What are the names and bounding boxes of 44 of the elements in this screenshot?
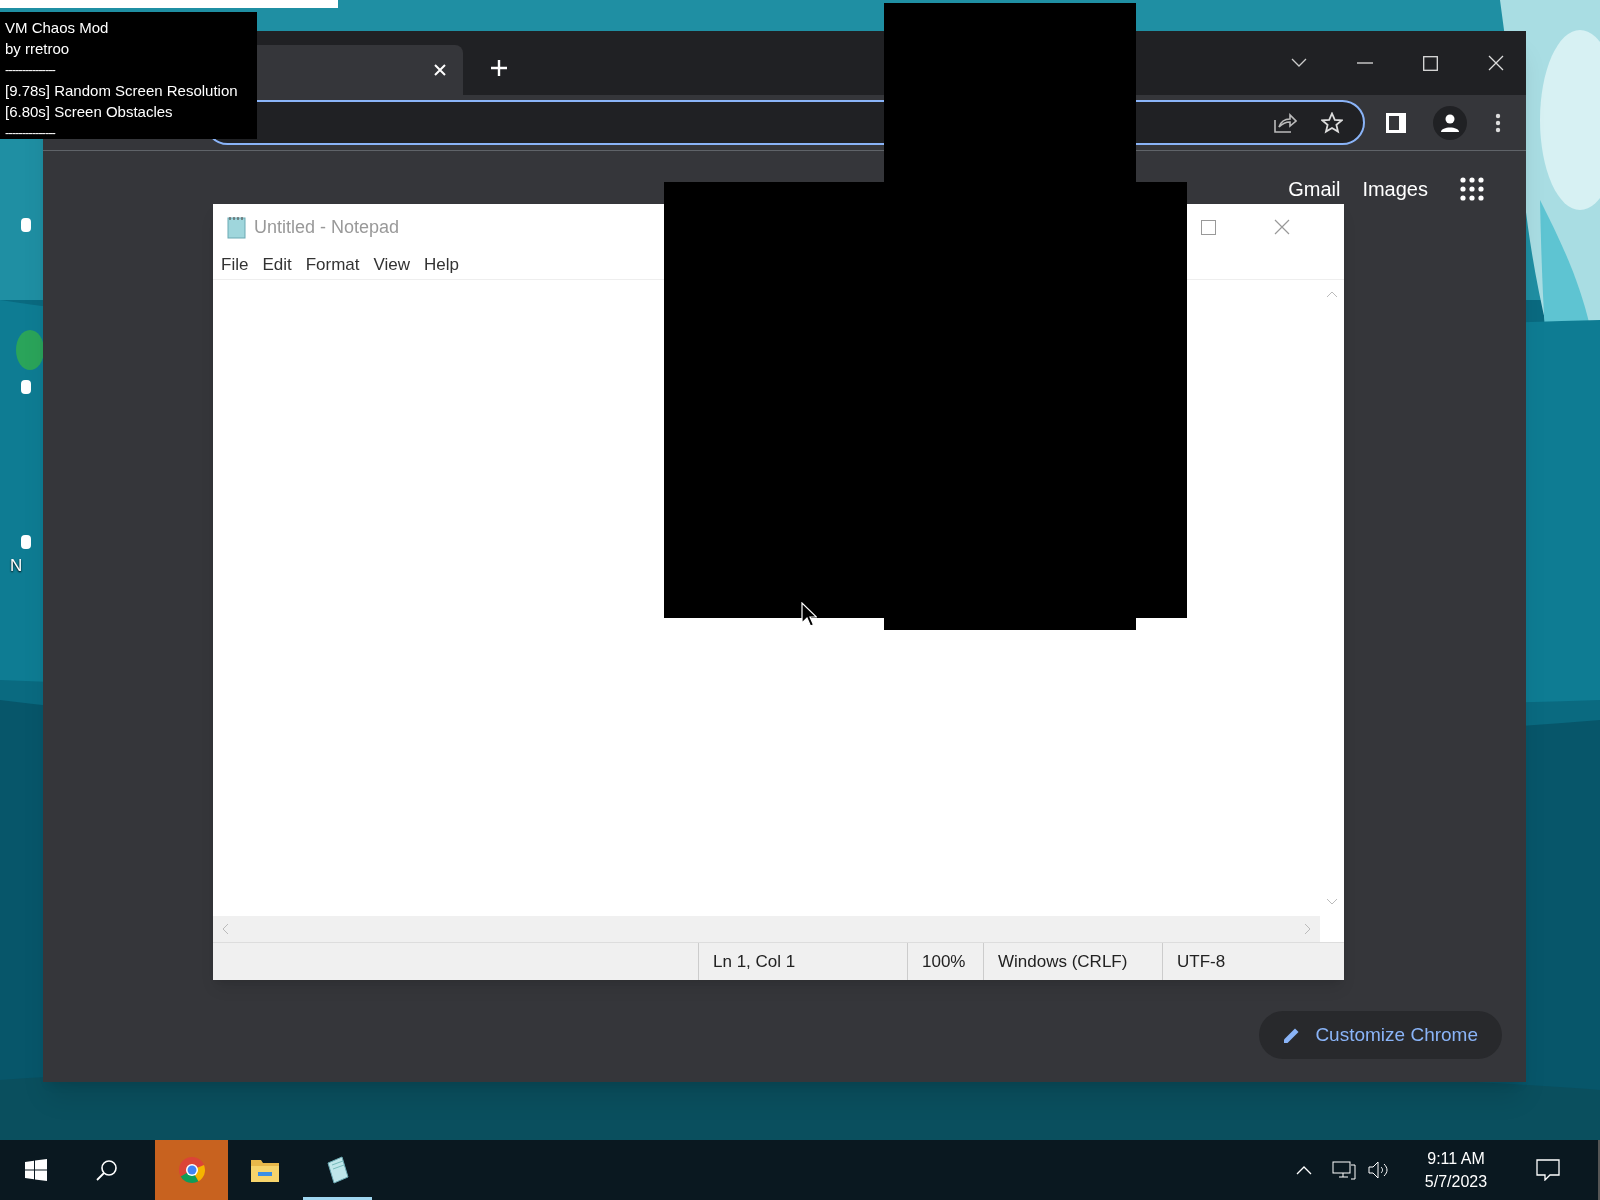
desktop-icon[interactable] <box>21 218 31 232</box>
status-field: UTF-8 <box>1162 943 1302 980</box>
search-icon[interactable] <box>96 1159 118 1181</box>
browser-icon <box>177 1156 206 1184</box>
menu-icon[interactable] <box>1495 112 1501 133</box>
cursor-icon <box>801 602 817 628</box>
header-link[interactable]: Gmail <box>1288 177 1341 201</box>
separator-line: --------------- <box>5 61 57 79</box>
status-field: Windows (CRLF) <box>983 943 1162 980</box>
profile-icon[interactable] <box>1433 105 1467 140</box>
status-field: Ln 1, Col 1 <box>698 943 907 980</box>
chevron-up-icon[interactable] <box>1296 1165 1312 1175</box>
volume-icon[interactable] <box>1368 1160 1390 1180</box>
side-panel-icon[interactable] <box>1385 111 1407 134</box>
desktop-icon[interactable] <box>21 535 31 549</box>
window-title: Untitled - Notepad <box>254 215 400 239</box>
notification-icon[interactable] <box>1536 1159 1560 1181</box>
menu-item[interactable]: View <box>369 251 415 278</box>
notepad-icon <box>226 215 248 239</box>
overlay-text: VM Chaos Mod <box>5 18 110 38</box>
customize-chrome-button[interactable]: Customize Chrome <box>1259 1011 1502 1059</box>
share-icon[interactable] <box>1273 111 1297 134</box>
running-indicator <box>303 1197 372 1200</box>
new-tab-icon[interactable] <box>490 59 508 77</box>
network-icon[interactable] <box>1332 1160 1356 1180</box>
menu-item[interactable]: File <box>217 251 253 278</box>
menu-item[interactable]: Help <box>420 251 464 278</box>
apps-grid-icon[interactable] <box>1460 177 1484 201</box>
overlay-text: by rretroo <box>5 39 71 59</box>
menu-item[interactable]: Edit <box>258 251 296 278</box>
separator-line: --------------- <box>5 124 57 142</box>
clock-date[interactable]: 5/7/2023 <box>1424 1170 1488 1193</box>
desktop-icon-label[interactable]: N <box>10 553 23 579</box>
windows-start-icon[interactable] <box>25 1159 47 1181</box>
chevron-down-icon[interactable] <box>1291 58 1307 68</box>
desktop-icon[interactable] <box>21 380 31 394</box>
overlay-text: [6.80s] Screen Obstacles <box>5 102 174 122</box>
menu-item[interactable]: Format <box>301 251 364 278</box>
clock-time[interactable]: 9:11 AM <box>1427 1147 1485 1170</box>
status-field: 100% <box>907 943 983 980</box>
folder-icon <box>249 1157 280 1183</box>
overlay-text: [9.78s] Random Screen Resolution <box>5 81 239 101</box>
header-link[interactable]: Images <box>1362 177 1428 201</box>
star-icon[interactable] <box>1321 111 1343 134</box>
